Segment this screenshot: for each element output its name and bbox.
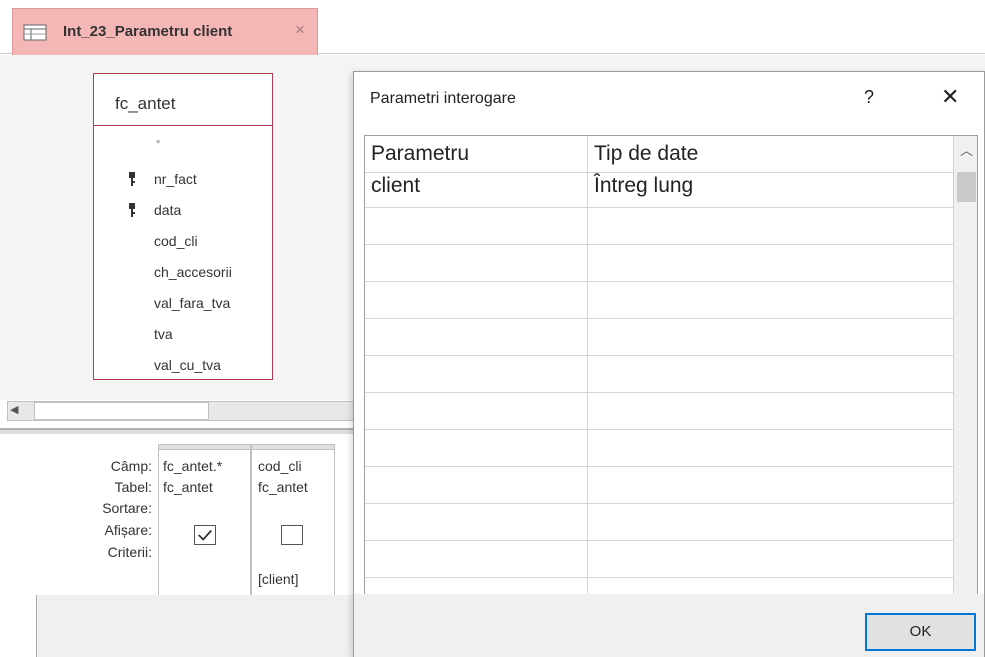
field-cell[interactable]: fc_antet.* [163, 458, 222, 474]
row-label-table: Tabel: [114, 479, 152, 495]
grid-empty-row[interactable] [365, 578, 953, 594]
grid-empty-row[interactable] [365, 208, 953, 245]
close-icon[interactable]: ✕ [941, 84, 959, 110]
header-parameter: Parametru [371, 142, 470, 165]
grid-empty-row[interactable] [365, 356, 953, 393]
grid-column-2[interactable]: cod_cli fc_antet [client] [251, 449, 335, 595]
criteria-cell[interactable]: [client] [258, 571, 298, 587]
table-cell[interactable]: fc_antet [258, 479, 308, 495]
field-item[interactable]: nr_fact [154, 171, 197, 187]
column-divider [587, 136, 588, 594]
grid-vertical-scrollbar[interactable]: ︿ [953, 136, 977, 594]
field-item[interactable]: ch_accesorii [154, 264, 232, 280]
field-cell[interactable]: cod_cli [258, 458, 302, 474]
tab-close-icon[interactable]: × [295, 20, 305, 40]
grid-empty-row[interactable] [365, 393, 953, 430]
header-data-type: Tip de date [594, 142, 699, 165]
row-label-sort: Sortare: [102, 500, 152, 516]
scroll-thumb[interactable] [957, 172, 976, 202]
field-list-divider [94, 125, 272, 126]
data-type-cell[interactable]: Întreg lung [594, 174, 693, 198]
field-all[interactable]: * [156, 138, 160, 150]
table-name: fc_antet [115, 94, 176, 113]
show-checkbox-checked[interactable] [194, 525, 216, 545]
scroll-left-icon[interactable]: ◀ [10, 403, 18, 416]
grid-header-row: Parametru Tip de date [365, 136, 953, 173]
access-window: Int_23_Parametru client × fc_antet * nr_… [0, 0, 985, 657]
grid-empty-row[interactable] [365, 319, 953, 356]
grid-empty-row[interactable] [365, 467, 953, 504]
field-item[interactable]: cod_cli [154, 233, 198, 249]
table-cell[interactable]: fc_antet [163, 479, 213, 495]
design-horizontal-scrollbar[interactable]: ◀ [7, 401, 357, 421]
field-item[interactable]: tva [154, 326, 173, 342]
ok-button[interactable]: OK [865, 613, 976, 651]
show-checkbox-unchecked[interactable] [281, 525, 303, 545]
dialog-title: Parametri interogare [370, 90, 516, 107]
grid-empty-row[interactable] [365, 504, 953, 541]
tab-title: Int_23_Parametru client [63, 23, 233, 40]
scroll-up-icon[interactable]: ︿ [960, 140, 973, 159]
table-field-list[interactable]: fc_antet * nr_fact data cod_cli ch_acces… [93, 73, 273, 380]
document-tab-strip: Int_23_Parametru client × [0, 0, 985, 55]
dialog-footer: OK [354, 594, 984, 657]
field-item[interactable]: val_fara_tva [154, 295, 230, 311]
field-item[interactable]: data [154, 202, 181, 218]
row-label-field: Câmp: [110, 458, 152, 474]
query-parameters-dialog: Parametri interogare ? ✕ Parametru Tip d… [353, 71, 985, 657]
primary-key-icon [129, 203, 135, 217]
parameters-grid[interactable]: Parametru Tip de date client Întreg lung… [364, 135, 978, 595]
primary-key-icon [129, 172, 135, 186]
grid-empty-row[interactable] [365, 430, 953, 467]
scroll-thumb[interactable] [34, 402, 209, 420]
row-label-show: Afișare: [104, 522, 152, 538]
grid-empty-row[interactable] [365, 245, 953, 282]
grid-column-1[interactable]: fc_antet.* fc_antet [158, 449, 251, 595]
row-label-criteria: Criterii: [107, 544, 152, 560]
grid-empty-row[interactable] [365, 541, 953, 578]
query-tab[interactable]: Int_23_Parametru client × [12, 8, 318, 55]
query-design-grid: Câmp: Tabel: Sortare: Afișare: Criterii:… [0, 434, 370, 595]
help-icon[interactable]: ? [864, 87, 874, 108]
grid-data-row[interactable]: client Întreg lung [365, 173, 953, 208]
query-icon [23, 24, 47, 41]
parameter-cell[interactable]: client [371, 174, 420, 198]
grid-empty-row[interactable] [365, 282, 953, 319]
field-item[interactable]: val_cu_tva [154, 357, 221, 373]
